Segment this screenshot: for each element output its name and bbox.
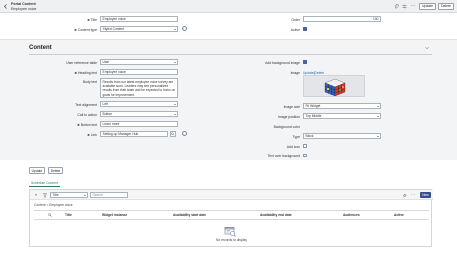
new-button[interactable]: New: [420, 192, 431, 198]
image-size-select[interactable]: Fit Widget: [303, 103, 381, 109]
empty-state-text: No records to display: [216, 238, 247, 242]
lookup-search-button[interactable]: [170, 131, 176, 137]
related-list-toolbar: ≡ Title Search ⚙ ⋯ New: [30, 190, 433, 200]
column-header-end-date[interactable]: Availability end date: [260, 213, 292, 217]
link-label: ✱Link: [87, 132, 97, 137]
order-field[interactable]: 100: [303, 16, 381, 22]
text-alignment-select[interactable]: Left: [100, 101, 178, 107]
add-icon-checkbox[interactable]: [303, 144, 307, 148]
user-reference-table-label: User reference table: [66, 60, 97, 65]
content-type-label: ✱Content type: [74, 27, 97, 32]
record-type: Portal Content: [11, 2, 36, 6]
section-title: Content: [29, 45, 52, 51]
divider: [34, 210, 429, 211]
active-checkbox[interactable]: [303, 27, 307, 31]
button-text-field[interactable]: Learn more: [100, 121, 178, 127]
image-label: Image: [290, 70, 300, 75]
header-update-button[interactable]: Update: [419, 2, 436, 10]
image-update-link[interactable]: Update: [303, 71, 314, 75]
back-arrow-icon[interactable]: [3, 3, 8, 9]
search-input[interactable]: Search: [90, 192, 128, 198]
heading-text-label: ✱Heading text: [74, 70, 97, 75]
call-to-action-label: Call to action: [77, 112, 97, 117]
call-to-action-select[interactable]: Button: [100, 111, 178, 117]
column-header-active[interactable]: Active: [394, 213, 404, 217]
active-label: Active: [290, 27, 300, 32]
record-name: Employee voice: [11, 6, 37, 11]
empty-state-icon: [224, 227, 236, 237]
column-header-widget-instance[interactable]: Widget instance: [102, 213, 127, 217]
content-section: Content User reference table User ✱Headi…: [0, 39, 457, 160]
title-label: ✱Title: [87, 17, 97, 22]
filter-icon[interactable]: [43, 192, 47, 198]
text-over-background-label: Text over background: [267, 154, 300, 158]
background-color-label: Background color: [273, 124, 300, 129]
user-reference-table-select[interactable]: User: [100, 59, 178, 65]
type-select[interactable]: Block: [303, 133, 381, 139]
button-text-label: ✱Button text: [77, 122, 97, 127]
related-list: ≡ Title Search ⚙ ⋯ New Content = Employe…: [29, 189, 433, 247]
column-header-title[interactable]: Title: [65, 213, 72, 217]
content-type-select[interactable]: Styled Content: [100, 26, 178, 32]
column-header-audiences[interactable]: Audiences: [343, 213, 360, 217]
tab-schedule-content[interactable]: Schedule Content: [29, 181, 60, 187]
search-field-select[interactable]: Title: [50, 192, 88, 198]
delete-button[interactable]: Delete: [48, 167, 63, 174]
divider: [34, 218, 429, 219]
list-menu-icon[interactable]: ≡: [35, 193, 39, 197]
column-header-start-date[interactable]: Availability start date: [173, 213, 206, 217]
rubiks-cube-image: [304, 76, 364, 96]
collapse-chevron-icon[interactable]: [425, 46, 429, 50]
add-icon-label: Add icon: [286, 144, 300, 149]
image-size-label: Image size: [283, 104, 300, 109]
type-label: Type: [292, 134, 300, 139]
heading-text-field[interactable]: Employee voice: [100, 69, 178, 75]
main-form: ✱Title Employee voice ✱Content type Styl…: [0, 13, 457, 39]
add-background-image-label: Add background image: [265, 60, 300, 65]
add-background-image-checkbox[interactable]: [303, 60, 307, 64]
form-header: Portal Content Employee voice ⋯ Update D…: [0, 0, 457, 13]
order-label: Order: [291, 17, 300, 22]
info-icon[interactable]: i: [181, 26, 187, 32]
form-actions: Update Delete Schedule Content: [0, 160, 457, 187]
body-text-label: Body text: [82, 80, 97, 84]
search-icon: [171, 132, 175, 136]
link-field[interactable]: Setting up Manager Hub: [100, 131, 168, 137]
body-text-area[interactable]: Results from our latest employee voice s…: [100, 78, 178, 98]
link-info-icon[interactable]: i: [181, 131, 187, 137]
gear-icon[interactable]: ⚙: [403, 193, 407, 198]
update-button[interactable]: Update: [29, 167, 45, 174]
text-alignment-label: Text alignment: [75, 102, 97, 107]
more-options-icon[interactable]: ⋯: [410, 3, 416, 9]
image-position-select[interactable]: Top Middle: [303, 113, 381, 119]
title-field[interactable]: Employee voice: [100, 16, 178, 22]
more-icon[interactable]: ⋯: [411, 192, 415, 197]
settings-sliders-icon[interactable]: [401, 3, 407, 9]
attachment-icon[interactable]: [393, 3, 399, 9]
image-position-label: Image position: [277, 114, 300, 119]
background-image-thumbnail: [303, 75, 365, 97]
section-divider: [29, 53, 432, 54]
image-actions: Update|Delete: [303, 70, 325, 75]
column-search-icon[interactable]: [48, 213, 52, 217]
header-delete-button[interactable]: Delete: [438, 2, 454, 10]
text-over-background-checkbox[interactable]: [303, 153, 307, 158]
image-delete-link[interactable]: Delete: [315, 71, 325, 75]
breadcrumb[interactable]: Content = Employee voice: [34, 203, 73, 207]
